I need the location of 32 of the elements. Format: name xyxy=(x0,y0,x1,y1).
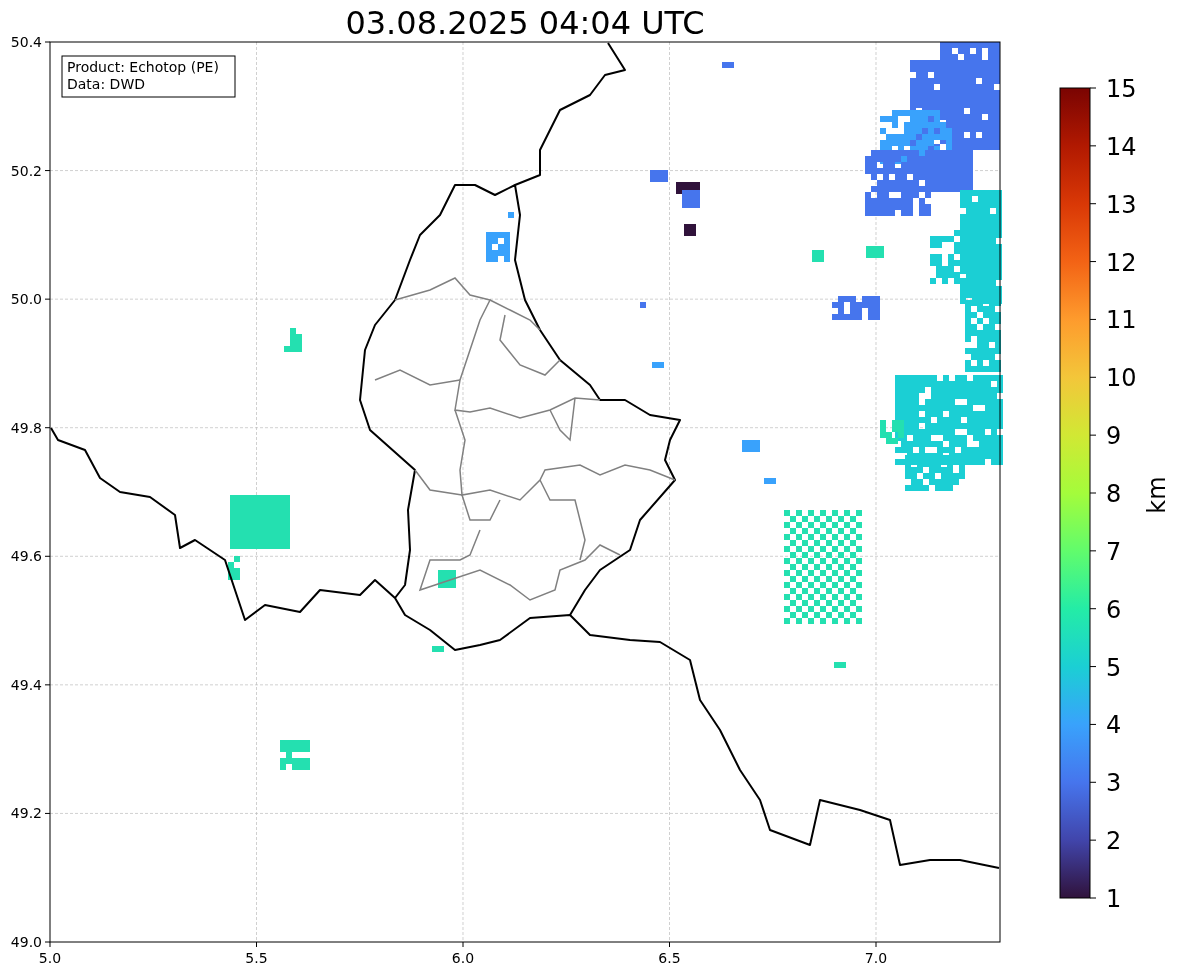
colorbar-tick-label: 13 xyxy=(1106,190,1137,219)
longitude-tick-label: 6.5 xyxy=(658,950,681,966)
colorbar-tick-label: 1 xyxy=(1106,885,1122,913)
colorbar-tick-label: 11 xyxy=(1106,306,1137,335)
longitude-tick-label: 5.5 xyxy=(245,950,268,966)
colorbar-tick-label: 14 xyxy=(1106,132,1137,161)
colorbar-tick-label: 6 xyxy=(1106,595,1122,624)
latitude-tick-label: 50.2 xyxy=(10,162,42,179)
info-text-line: Product: Echotop (PE) xyxy=(67,59,219,75)
latitude-tick-label: 50.4 xyxy=(10,34,42,50)
latitude-tick-label: 50.0 xyxy=(10,291,42,308)
colorbar-tick-label: 5 xyxy=(1106,653,1122,682)
colorbar-tick-label: 7 xyxy=(1106,537,1122,566)
colorbar-tick-label: 4 xyxy=(1106,711,1122,740)
latitude-tick-label: 49.8 xyxy=(10,419,42,436)
colorbar-tick-label: 9 xyxy=(1106,422,1122,451)
info-text-line: Data: DWD xyxy=(67,76,145,92)
longitude-tick-label: 5.0 xyxy=(38,950,62,966)
latitude-tick-label: 49.4 xyxy=(10,676,42,693)
colorbar-tick-label: 3 xyxy=(1106,769,1122,798)
colorbar-label: km xyxy=(1143,476,1171,514)
colorbar-tick-label: 2 xyxy=(1106,827,1122,856)
colorbar-tick-label: 8 xyxy=(1106,480,1122,508)
colorbar-tick-label: 15 xyxy=(1106,75,1137,103)
longitude-tick-label: 7.0 xyxy=(864,950,888,966)
chart-title: 03.08.2025 04:04 UTC xyxy=(345,4,705,42)
latitude-tick-label: 49.0 xyxy=(10,934,42,950)
latitude-tick-label: 49.2 xyxy=(10,805,42,822)
colorbar-tick-label: 12 xyxy=(1106,248,1137,277)
longitude-tick-label: 6.0 xyxy=(451,950,475,966)
latitude-tick-label: 49.6 xyxy=(10,548,42,565)
colorbar-tick-label: 10 xyxy=(1106,364,1137,393)
